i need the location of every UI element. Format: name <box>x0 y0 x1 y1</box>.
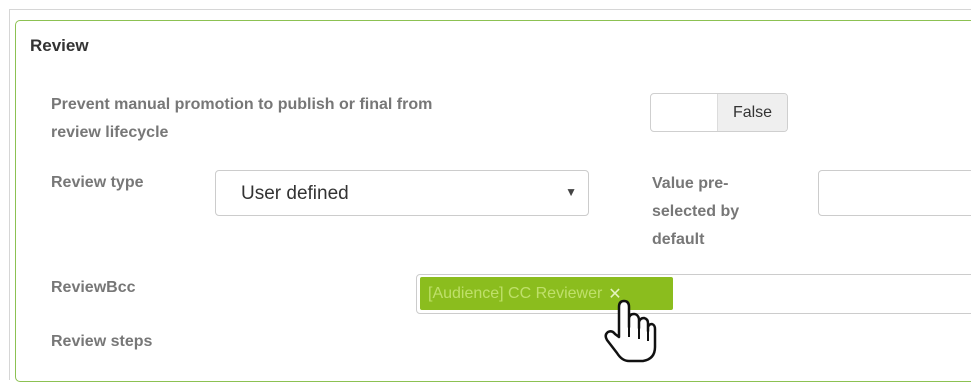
value-preselected-input[interactable] <box>818 170 971 216</box>
toggle-false-option[interactable]: False <box>717 94 787 131</box>
prevent-manual-label-line1: Prevent manual promotion to publish or f… <box>51 96 433 113</box>
prevent-manual-label: Prevent manual promotion to publish or f… <box>51 91 432 147</box>
prevent-manual-toggle[interactable]: False <box>650 93 788 132</box>
prevent-manual-label-line2: review lifecycle <box>51 124 169 141</box>
review-settings-screen: Review Prevent manual promotion to publi… <box>0 0 971 382</box>
review-steps-label: Review steps <box>51 333 153 350</box>
hand-pointer-icon <box>604 299 657 363</box>
tag-label: [Audience] CC Reviewer <box>428 284 603 302</box>
panel-title: Review <box>30 36 89 55</box>
value-preselected-label-line2: selected by <box>652 203 740 220</box>
value-preselected-label: Value pre- selected by default <box>652 170 739 254</box>
review-type-select[interactable]: User defined ▼ <box>215 170 589 216</box>
review-bcc-label: ReviewBcc <box>51 279 136 296</box>
value-preselected-label-line1: Value pre- <box>652 175 729 192</box>
chevron-down-icon: ▼ <box>565 185 577 199</box>
review-type-selected-value: User defined <box>241 183 349 204</box>
value-preselected-label-line3: default <box>652 231 705 248</box>
review-type-label: Review type <box>51 174 144 191</box>
